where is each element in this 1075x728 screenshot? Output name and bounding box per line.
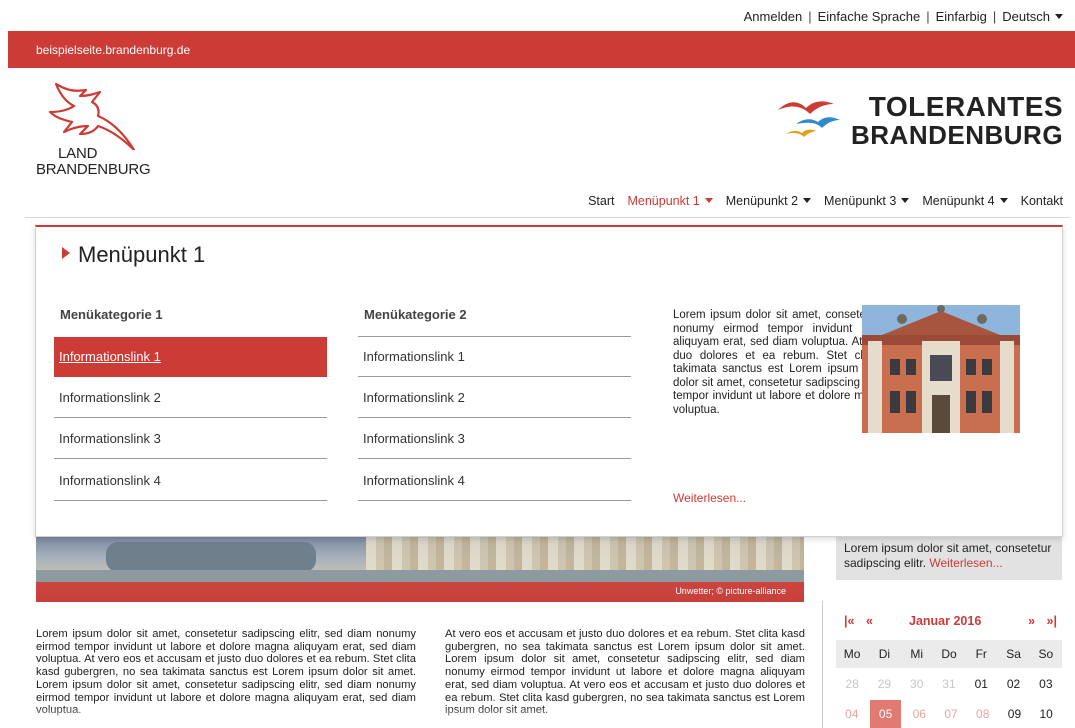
menu-link[interactable]: Informationslink 2 [358,378,631,419]
content-fade [30,706,820,728]
chevron-down-icon [901,198,910,203]
calendar-prev-button[interactable]: « [866,614,873,628]
calendar-weekday: Mi [910,647,924,661]
calendar-week-row: 28 29 30 31 01 02 03 [836,672,1062,696]
calendar-day[interactable]: 01 [965,677,997,691]
chevron-down-icon [803,198,812,203]
menu-link[interactable]: Informationslink 4 [358,461,631,501]
calendar-nav-left: |« « [844,614,873,628]
calendar-day-today[interactable]: 05 [869,700,902,728]
calendar-day[interactable]: 31 [933,677,965,691]
separator: | [808,9,812,24]
land-logo-text: LAND BRANDENBURG [36,145,151,178]
eagle-icon [48,82,136,152]
calendar-weekday: So [1038,647,1054,661]
nav-item-5[interactable]: Kontakt [1021,194,1063,208]
site-domain-link[interactable]: beispielseite.brandenburg.de [36,43,190,57]
calendar-day[interactable]: 03 [1030,677,1062,691]
tolerantes-brandenburg-logo[interactable] [776,94,846,145]
separator: | [926,9,930,24]
menu-link[interactable]: Informationslink 3 [54,419,327,460]
calendar-day[interactable]: 10 [1030,707,1062,721]
tolerantes-logo-line2: BRANDENBURG [851,120,1064,150]
teaser-image[interactable] [862,305,1020,433]
chevron-down-icon [704,198,713,203]
menu-link[interactable]: Informationslink 1 [54,337,327,377]
calendar-month: Januar 2016 [909,614,982,628]
content-column-2: At vero eos et accusam et justo duo dolo… [445,628,805,716]
nav-item-0[interactable]: Start [588,194,614,208]
calendar-first-button[interactable]: |« [844,614,854,628]
sidebar-read-more-link[interactable]: Weiterlesen... [929,556,1002,570]
calendar-day[interactable]: 07 [935,707,967,721]
menu-link[interactable]: Informationslink 2 [54,378,327,419]
calendar-day[interactable]: 28 [836,677,868,691]
calendar-week-row: 04 05 06 07 08 09 10 [836,700,1062,728]
nav-item-3[interactable]: Menüpunkt 3 [824,194,910,208]
nav-item-2[interactable]: Menüpunkt 2 [725,194,812,208]
calendar-day[interactable]: 02 [997,677,1029,691]
calendar-divider [822,601,823,728]
tolerantes-logo-text: TOLERANTES BRANDENBURG [845,92,1063,150]
calendar-weekday: Sa [1006,647,1021,661]
nav-divider [25,217,1070,218]
menu-category-title: Menükategorie 2 [364,307,467,322]
nav-item-label: Menüpunkt 1 [627,194,700,208]
page: Anmelden | Einfache Sprache | Einfarbig | Deut… [0,0,1075,728]
chevron-down-icon [999,198,1008,203]
land-logo-line1: LAND [58,145,98,162]
land-brandenburg-logo[interactable] [36,80,136,155]
menu-link[interactable]: Informationslink 3 [358,419,631,460]
birds-icon [778,101,840,137]
calendar-day[interactable]: 30 [901,677,933,691]
language-label: Deutsch [1002,9,1050,24]
nav-item-label: Menüpunkt 4 [922,194,995,208]
menu-category-title: Menükategorie 1 [60,307,163,322]
mega-read-more-link[interactable]: Weiterlesen... [673,491,746,505]
monochrome-link[interactable]: Einfarbig [936,9,987,24]
calendar-nav-right: » »| [1028,614,1057,628]
calendar-next-button[interactable]: » [1028,614,1035,628]
nav-item-4[interactable]: Menüpunkt 4 [922,194,1008,208]
mega-menu-title: Menüpunkt 1 [62,242,205,268]
calendar-weekday: Di [878,647,891,661]
sidebar-teaser-text: Lorem ipsum dolor sit amet, consetetur s… [844,541,1056,571]
hero-caption: Unwetter; © picture-alliance [675,586,786,596]
calendar-day[interactable]: 09 [999,707,1031,721]
chevron-down-icon [1055,14,1063,19]
nav-item-label: Kontakt [1020,194,1063,208]
menu-link[interactable]: Informationslink 4 [54,461,327,501]
mega-menu-title-text: Menüpunkt 1 [78,242,206,267]
nav-item-label: Menüpunkt 2 [725,194,799,208]
login-link[interactable]: Anmelden [744,9,803,24]
nav-item-1[interactable]: Menüpunkt 1 [627,194,713,208]
calendar-day[interactable]: 06 [903,707,935,721]
separator: | [992,9,997,24]
simple-language-link[interactable]: Einfache Sprache [818,9,921,24]
nav-item-label: Start [588,194,615,208]
calendar-last-button[interactable]: »| [1047,614,1057,628]
calendar-weekday: Do [941,647,957,661]
menu-link[interactable]: Informationslink 1 [358,337,631,377]
hero-boat [106,542,316,572]
content-column-1: Lorem ipsum dolor sit amet, consetetur s… [36,628,416,716]
calendar-weekday: Fr [975,647,987,661]
land-logo-line2: BRANDENBURG [36,161,151,178]
caret-right-icon [62,247,70,259]
calendar-header: |« « Januar 2016 » »| [844,614,1057,632]
calendar-day[interactable]: 08 [967,707,999,721]
nav-item-label: Menüpunkt 3 [824,194,897,208]
calendar-day[interactable]: 04 [836,707,868,721]
hero-water [36,570,804,582]
calendar-weekday: Mo [843,647,861,661]
calendar-day[interactable]: 29 [868,677,900,691]
utility-bar: Anmelden | Einfache Sprache | Einfarbig | Deut… [744,9,1063,24]
tolerantes-logo-line1: TOLERANTES [868,91,1064,122]
language-select[interactable]: Deutsch [1002,9,1063,24]
calendar-weekdays: Mo Di Mi Do Fr Sa So [836,640,1062,668]
palace-photo [862,305,1020,433]
main-nav: Start Menüpunkt 1 Menüpunkt 2 Menüpunkt 3 Me… [588,194,1063,208]
